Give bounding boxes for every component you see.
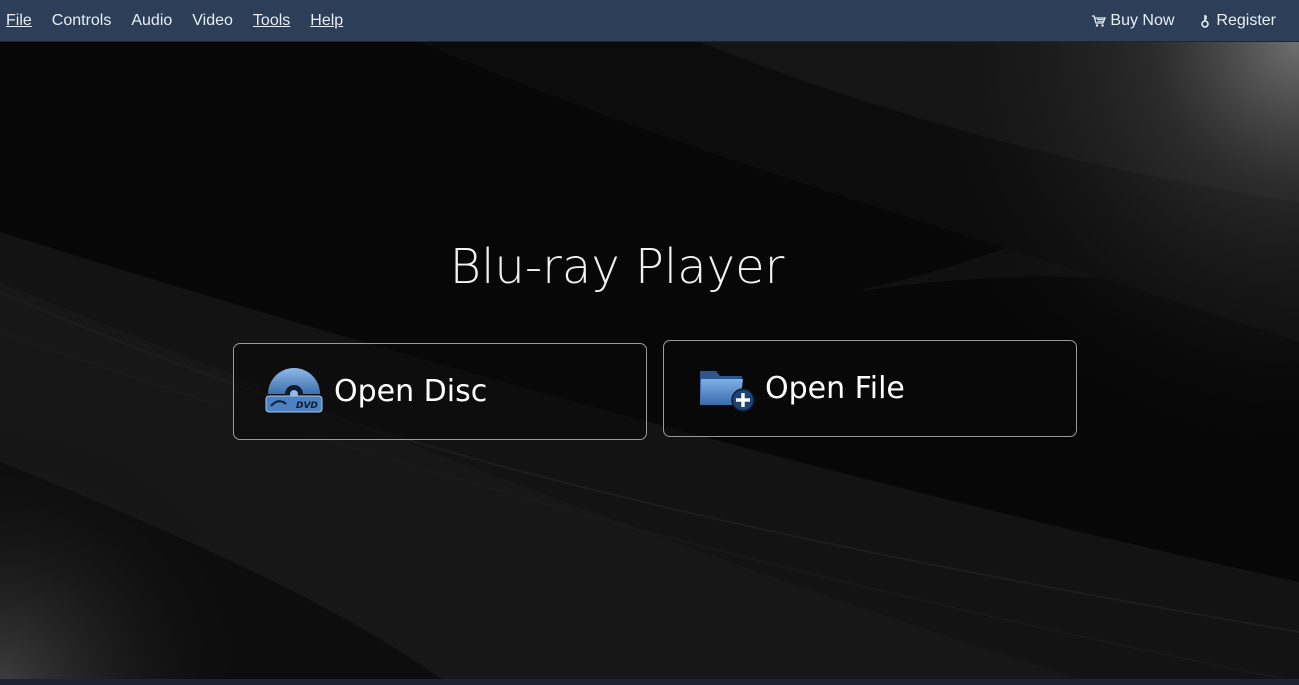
register-label: Register	[1216, 12, 1276, 29]
menu-controls[interactable]: Controls	[46, 0, 118, 42]
menu-file[interactable]: File	[0, 0, 38, 42]
menu-left: File Controls Audio Video Tools Help	[0, 0, 357, 42]
menu-audio-label: Audio	[131, 12, 173, 29]
open-file-button[interactable]: Open File	[663, 340, 1077, 437]
open-file-label: Open File	[765, 371, 905, 406]
buy-now-label: Buy Now	[1110, 12, 1175, 29]
menu-bar: File Controls Audio Video Tools Help Buy…	[0, 0, 1299, 42]
register-link[interactable]: Register	[1197, 0, 1276, 42]
folder-add-icon	[698, 365, 756, 413]
open-disc-label: Open Disc	[334, 374, 488, 409]
start-screen: Blu-ray Player DVD Open Disc Open File	[0, 42, 1299, 685]
bottom-border	[0, 679, 1299, 685]
cart-icon	[1091, 13, 1107, 29]
menu-video-label: Video	[192, 12, 233, 29]
menu-video[interactable]: Video	[186, 0, 239, 42]
background-swoosh	[0, 42, 1299, 685]
menu-controls-label: Controls	[51, 12, 112, 29]
dvd-logo-text: DVD	[296, 401, 318, 411]
menu-audio[interactable]: Audio	[125, 0, 178, 42]
menu-help[interactable]: Help	[304, 0, 349, 42]
menu-tools-label: Tools	[252, 12, 291, 29]
disc-icon: DVD	[264, 366, 324, 418]
menu-tools[interactable]: Tools	[247, 0, 296, 42]
menu-help-label: Help	[310, 12, 344, 29]
menu-file-label: File	[6, 12, 32, 29]
page-title: Blu-ray Player	[449, 239, 785, 295]
key-icon	[1197, 13, 1213, 29]
buy-now-link[interactable]: Buy Now	[1091, 0, 1174, 42]
app-window: File Controls Audio Video Tools Help Buy…	[0, 0, 1299, 685]
open-disc-button[interactable]: DVD Open Disc	[233, 343, 647, 440]
menu-right: Buy Now Register	[1091, 0, 1299, 42]
